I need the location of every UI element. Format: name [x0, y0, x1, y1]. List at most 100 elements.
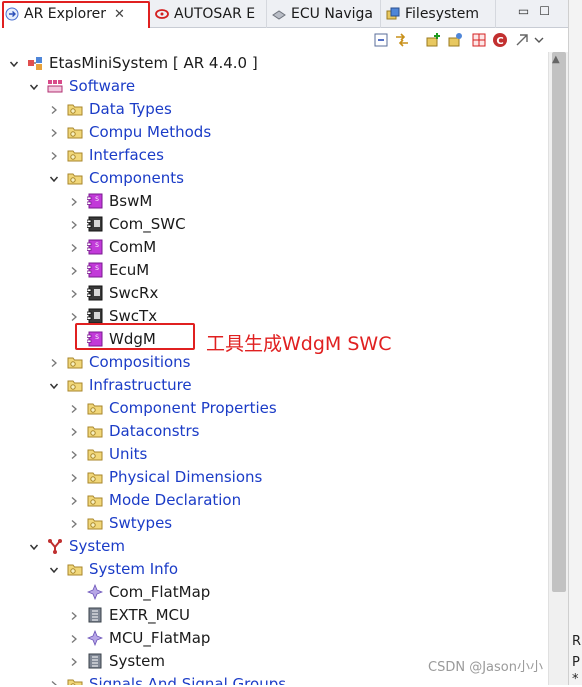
tree-item-components[interactable]: Components: [0, 167, 548, 190]
ar-explorer-tree: EtasMiniSystem [ AR 4.4.0 ] Software Data …: [0, 52, 548, 685]
maximize-icon[interactable]: ☐: [539, 4, 550, 18]
view-menu-icon[interactable]: [530, 31, 548, 49]
tree-item-com-swc[interactable]: Com_SWC: [0, 213, 548, 236]
chevron-right-icon[interactable]: [68, 650, 80, 673]
chevron-right-icon[interactable]: [68, 627, 80, 650]
chevron-right-icon[interactable]: [68, 512, 80, 535]
tree-item-swcrx[interactable]: SwcRx: [0, 282, 548, 305]
tree-item-label: System: [69, 537, 125, 555]
settings-icon[interactable]: [513, 31, 531, 49]
chevron-right-icon[interactable]: [68, 305, 80, 328]
vertical-scrollbar[interactable]: ▲: [548, 52, 568, 685]
tree-item-ecum[interactable]: S EcuM: [0, 259, 548, 282]
annotation-text: 工具生成WdgM SWC: [206, 333, 392, 355]
chevron-right-icon[interactable]: [68, 190, 80, 213]
tree-item-comm[interactable]: S ComM: [0, 236, 548, 259]
tree-item-label: Signals And Signal Groups: [89, 675, 287, 685]
tree-item-swctx[interactable]: SwcTx: [0, 305, 548, 328]
tree-item-com-flatmap[interactable]: Com_FlatMap: [0, 581, 548, 604]
tree-item-system-info[interactable]: System Info: [0, 558, 548, 581]
tab-autosar-explorer[interactable]: AUTOSAR E: [150, 0, 267, 28]
chevron-right-icon[interactable]: [68, 489, 80, 512]
tree-item-compu-methods[interactable]: Compu Methods: [0, 121, 548, 144]
chevron-right-icon[interactable]: [68, 282, 80, 305]
package-folder-icon: [67, 354, 83, 370]
chevron-right-icon[interactable]: [48, 121, 60, 144]
chevron-right-icon[interactable]: [68, 604, 80, 627]
chevron-right-icon[interactable]: [68, 236, 80, 259]
chevron-right-icon[interactable]: [48, 673, 60, 685]
add-element-icon[interactable]: [424, 31, 442, 49]
watermark: CSDN @Jason小小: [428, 660, 543, 675]
tree-item-mcu-flatmap[interactable]: MCU_FlatMap: [0, 627, 548, 650]
collapse-all-icon[interactable]: [372, 31, 390, 49]
new-package-icon[interactable]: [446, 31, 464, 49]
chevron-down-icon[interactable]: [8, 52, 20, 75]
chevron-right-icon[interactable]: [68, 466, 80, 489]
chevron-right-icon[interactable]: [68, 397, 80, 420]
chevron-down-icon[interactable]: [28, 535, 40, 558]
chevron-down-icon[interactable]: [48, 374, 60, 397]
tab-ar-explorer[interactable]: AR Explorer ✕: [0, 0, 150, 28]
swc-component-icon: [86, 216, 103, 232]
tree-item-component-properties[interactable]: Component Properties: [0, 397, 548, 420]
tab-ecu-navigator[interactable]: ECU Naviga: [267, 0, 381, 28]
tree-item-label: Compositions: [89, 353, 191, 371]
grid-filter-icon[interactable]: [470, 31, 488, 49]
tab-label: AUTOSAR E: [174, 6, 256, 22]
tab-label: Filesystem: [405, 6, 480, 22]
tree-item-label: ComM: [109, 238, 157, 256]
tree-item-swtypes[interactable]: Swtypes: [0, 512, 548, 535]
tree-item-units[interactable]: Units: [0, 443, 548, 466]
tree-item-physical-dimensions[interactable]: Physical Dimensions: [0, 466, 548, 489]
link-editor-icon[interactable]: [393, 31, 411, 49]
chevron-down-icon[interactable]: [28, 75, 40, 98]
package-folder-icon: [67, 147, 83, 163]
chevron-right-icon[interactable]: [48, 144, 60, 167]
package-folder-icon: [67, 377, 83, 393]
chevron-right-icon[interactable]: [68, 259, 80, 282]
tree-item-bswm[interactable]: S BswM: [0, 190, 548, 213]
software-icon: [47, 78, 63, 94]
tree-item-infrastructure[interactable]: Infrastructure: [0, 374, 548, 397]
tree-item-label: Interfaces: [89, 146, 164, 164]
tree-item-label: MCU_FlatMap: [109, 629, 211, 647]
tree-item-label: SwcRx: [109, 284, 159, 302]
chevron-right-icon[interactable]: [48, 98, 60, 121]
tree-item-extr-mcu[interactable]: EXTR_MCU: [0, 604, 548, 627]
tree-item-label: Dataconstrs: [109, 422, 200, 440]
tree-item-etasminisystem-ar-4-4-0[interactable]: EtasMiniSystem [ AR 4.4.0 ]: [0, 52, 548, 75]
adjacent-panel-text: P: [572, 655, 580, 670]
tree-item-mode-declaration[interactable]: Mode Declaration: [0, 489, 548, 512]
tree-item-label: WdgM: [109, 330, 156, 348]
refresh-icon[interactable]: C: [491, 31, 509, 49]
view-toolbar: C: [0, 28, 568, 52]
chevron-right-icon[interactable]: [68, 213, 80, 236]
no-expander: [68, 581, 80, 604]
tree-item-label: EcuM: [109, 261, 150, 279]
chevron-down-icon[interactable]: [48, 558, 60, 581]
tree-item-dataconstrs[interactable]: Dataconstrs: [0, 420, 548, 443]
scrollbar-thumb[interactable]: [552, 52, 566, 592]
tab-filesystem[interactable]: Filesystem: [381, 0, 496, 28]
tree-item-label: Infrastructure: [89, 376, 192, 394]
package-folder-icon: [67, 561, 83, 577]
package-folder-icon: [87, 400, 103, 416]
scroll-up-icon[interactable]: ▲: [552, 54, 560, 65]
chevron-down-icon[interactable]: [48, 167, 60, 190]
tree-item-label: Mode Declaration: [109, 491, 242, 509]
chevron-right-icon[interactable]: [68, 443, 80, 466]
minimize-icon[interactable]: ▭: [518, 4, 529, 18]
tree-item-software[interactable]: Software: [0, 75, 548, 98]
flatmap-icon: [86, 583, 104, 601]
tree-item-label: BswM: [109, 192, 153, 210]
filesystem-icon: [385, 6, 401, 22]
close-icon[interactable]: ✕: [114, 7, 125, 22]
tree-item-interfaces[interactable]: Interfaces: [0, 144, 548, 167]
chevron-right-icon[interactable]: [48, 351, 60, 374]
tree-item-label: Components: [89, 169, 184, 187]
svg-text:S: S: [95, 334, 99, 341]
tree-item-data-types[interactable]: Data Types: [0, 98, 548, 121]
chevron-right-icon[interactable]: [68, 420, 80, 443]
tree-item-system[interactable]: System: [0, 535, 548, 558]
